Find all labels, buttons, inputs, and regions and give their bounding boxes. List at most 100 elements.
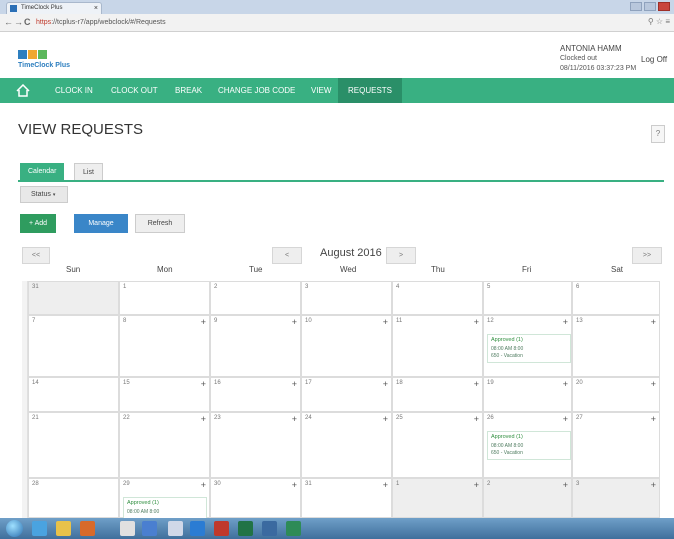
status-filter-button[interactable]: Status ▾ [20, 186, 68, 203]
tab-close-icon[interactable]: × [94, 3, 98, 14]
add-button[interactable]: + Add [20, 214, 56, 233]
outlook-icon[interactable] [142, 521, 157, 536]
minimize-icon[interactable] [630, 2, 642, 11]
manage-button[interactable]: Manage [74, 214, 128, 233]
add-request-plus-icon[interactable]: + [201, 414, 206, 424]
nav-clock-out[interactable]: CLOCK OUT [111, 78, 158, 103]
calendar-day-cell[interactable]: 23 + [210, 412, 301, 478]
next-year-button[interactable]: >> [632, 247, 662, 264]
calendar-day-cell[interactable]: 29 + Approved (1) 08:00 AM 8:00 [119, 478, 210, 519]
nav-view[interactable]: VIEW [311, 78, 331, 103]
calendar-day-cell[interactable]: 2 [210, 281, 301, 315]
calendar-day-cell[interactable]: 1 + [392, 478, 483, 518]
ie-icon[interactable] [32, 521, 47, 536]
help-button[interactable]: ? [651, 125, 665, 143]
calendar-day-cell[interactable]: 21 [28, 412, 119, 478]
app-icon[interactable] [262, 521, 277, 536]
calendar-day-cell[interactable]: 28 [28, 478, 119, 518]
start-button-icon[interactable] [6, 520, 23, 537]
calendar-day-cell[interactable]: 17 + [301, 377, 392, 412]
calendar-day-cell[interactable]: 1 [119, 281, 210, 315]
logoff-link[interactable]: Log Off [641, 55, 667, 64]
url-field[interactable]: https://tcplus-r7/app/webclock/#/Request… [36, 17, 636, 29]
calendar-day-cell[interactable]: 25 + [392, 412, 483, 478]
back-icon[interactable]: ← [4, 17, 13, 27]
add-request-plus-icon[interactable]: + [563, 480, 568, 490]
nav-clock-in[interactable]: CLOCK IN [55, 78, 93, 103]
add-request-plus-icon[interactable]: + [383, 414, 388, 424]
add-request-plus-icon[interactable]: + [474, 480, 479, 490]
calendar-day-cell[interactable]: 3 [301, 281, 392, 315]
add-request-plus-icon[interactable]: + [651, 480, 656, 490]
add-request-plus-icon[interactable]: + [563, 379, 568, 389]
add-request-plus-icon[interactable]: + [474, 379, 479, 389]
add-request-plus-icon[interactable]: + [383, 480, 388, 490]
calendar-day-cell[interactable]: 13 + [572, 315, 660, 377]
next-month-button[interactable]: > [386, 247, 416, 264]
add-request-plus-icon[interactable]: + [651, 379, 656, 389]
calendar-day-cell[interactable]: 20 + [572, 377, 660, 412]
calendar-day-cell[interactable]: 27 + [572, 412, 660, 478]
calendar-day-cell[interactable]: 11 + [392, 315, 483, 377]
add-request-plus-icon[interactable]: + [292, 379, 297, 389]
calendar-day-cell[interactable]: 9 + [210, 315, 301, 377]
calendar-day-cell[interactable]: 12 + Approved (1) 08:00 AM 8:00 650 - Vacati… [483, 315, 572, 377]
calendar-day-cell[interactable]: 16 + [210, 377, 301, 412]
add-request-plus-icon[interactable]: + [201, 480, 206, 490]
nav-change-job-code[interactable]: CHANGE JOB CODE [218, 78, 295, 103]
calendar-day-cell[interactable]: 15 + [119, 377, 210, 412]
calendar-day-cell[interactable]: 7 [28, 315, 119, 377]
add-request-plus-icon[interactable]: + [651, 414, 656, 424]
prev-year-button[interactable]: << [22, 247, 50, 264]
calendar-day-cell[interactable]: 24 + [301, 412, 392, 478]
calendar-day-cell[interactable]: 31 [28, 281, 119, 315]
calendar-day-cell[interactable]: 26 + Approved (1) 08:00 AM 8:00 650 - Vacati… [483, 412, 572, 478]
approved-request-event[interactable]: Approved (1) 08:00 AM 8:00 [123, 497, 207, 519]
media-icon[interactable] [80, 521, 95, 536]
add-request-plus-icon[interactable]: + [201, 317, 206, 327]
excel-icon[interactable] [238, 521, 253, 536]
home-icon[interactable] [16, 84, 30, 97]
publisher-icon[interactable] [286, 521, 301, 536]
calendar-day-cell[interactable]: 4 [392, 281, 483, 315]
calendar-day-cell[interactable]: 2 + [483, 478, 572, 518]
add-request-plus-icon[interactable]: + [651, 317, 656, 327]
add-request-plus-icon[interactable]: + [383, 379, 388, 389]
calendar-day-cell[interactable]: 8 + [119, 315, 210, 377]
add-request-plus-icon[interactable]: + [292, 317, 297, 327]
browser-menu-icons[interactable]: ⚲ ☆ ≡ [648, 17, 670, 26]
refresh-button[interactable]: Refresh [135, 214, 185, 233]
calendar-day-cell[interactable]: 5 [483, 281, 572, 315]
add-request-plus-icon[interactable]: + [474, 317, 479, 327]
add-request-plus-icon[interactable]: + [474, 414, 479, 424]
folder-icon[interactable] [56, 521, 71, 536]
add-request-plus-icon[interactable]: + [563, 317, 568, 327]
nav-break[interactable]: BREAK [175, 78, 202, 103]
calendar-day-cell[interactable]: 19 + [483, 377, 572, 412]
calendar-day-cell[interactable]: 10 + [301, 315, 392, 377]
calendar-day-cell[interactable]: 31 + [301, 478, 392, 518]
tab-list[interactable]: List [74, 163, 103, 180]
add-request-plus-icon[interactable]: + [563, 414, 568, 424]
acrobat-icon[interactable] [214, 521, 229, 536]
paint-icon[interactable] [168, 521, 183, 536]
calendar-day-cell[interactable]: 22 + [119, 412, 210, 478]
word-icon[interactable] [190, 521, 205, 536]
approved-request-event[interactable]: Approved (1) 08:00 AM 8:00 650 - Vacation [487, 334, 571, 363]
tab-calendar[interactable]: Calendar [20, 163, 65, 180]
calendar-day-cell[interactable]: 3 + [572, 478, 660, 518]
approved-request-event[interactable]: Approved (1) 08:00 AM 8:00 650 - Vacation [487, 431, 571, 460]
add-request-plus-icon[interactable]: + [292, 414, 297, 424]
browser-tab[interactable]: TimeClock Plus × [6, 2, 102, 14]
forward-icon[interactable]: → [14, 17, 23, 27]
calendar-day-cell[interactable]: 6 [572, 281, 660, 315]
calendar-day-cell[interactable]: 18 + [392, 377, 483, 412]
window-close-icon[interactable] [658, 2, 670, 11]
nav-requests[interactable]: REQUESTS [338, 78, 403, 103]
prev-month-button[interactable]: < [272, 247, 302, 264]
reload-icon[interactable]: C [24, 17, 31, 27]
add-request-plus-icon[interactable]: + [292, 480, 297, 490]
add-request-plus-icon[interactable]: + [383, 317, 388, 327]
calendar-day-cell[interactable]: 30 + [210, 478, 301, 518]
chrome-icon[interactable] [120, 521, 135, 536]
